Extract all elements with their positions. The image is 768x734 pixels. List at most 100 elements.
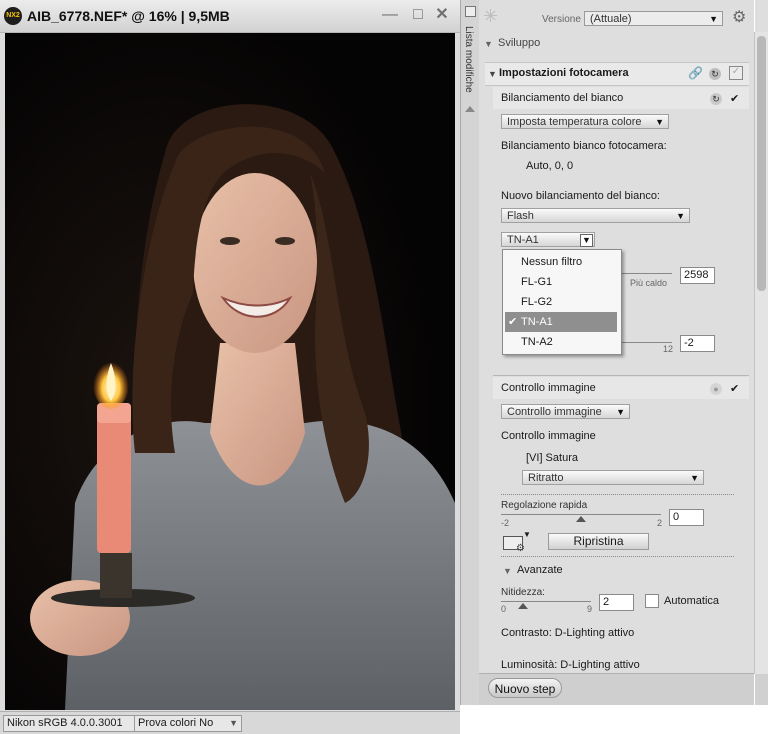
chevron-down-icon: ▼: [580, 234, 593, 247]
edit-list-side-tab[interactable]: Lista modifiche: [460, 0, 480, 705]
panel-toggle-icon[interactable]: [465, 6, 476, 17]
tint-input[interactable]: -2: [680, 335, 715, 352]
reset-icon[interactable]: ●: [710, 383, 722, 395]
quick-adjust-input[interactable]: 0: [669, 509, 704, 526]
quick-max-label: 2: [657, 518, 663, 528]
reset-icon[interactable]: ↻: [710, 93, 722, 105]
picture-control-label: Controllo immagine: [501, 430, 596, 442]
collapse-triangle-icon[interactable]: ▼: [488, 69, 497, 79]
gear-icon: ⚙: [516, 543, 525, 554]
picture-preset-dropdown[interactable]: Ritratto ▼: [522, 470, 704, 485]
menu-item-tn-a2[interactable]: TN-A2: [505, 332, 617, 352]
auto-label: Automatica: [664, 595, 720, 607]
soft-proof-dropdown[interactable]: Prova colori No ▼: [134, 715, 242, 732]
filter-dropdown-menu: Nessun filtro FL-G1 FL-G2 ✔ TN-A1 TN-A2: [502, 249, 622, 355]
image-window-titlebar[interactable]: NX2 AIB_6778.NEF* @ 16% | 9,5MB — □ ✕: [0, 0, 460, 33]
reset-button[interactable]: Ripristina: [548, 533, 649, 550]
temperature-slider-track[interactable]: [619, 273, 672, 274]
sharpness-input[interactable]: 2: [599, 594, 634, 611]
current-picture-control: [VI] Satura: [526, 452, 578, 464]
chevron-down-icon: ▼: [655, 117, 664, 127]
picture-control-dropdown-value: Controllo immagine: [507, 406, 602, 418]
scrollbar-top-filler: [755, 0, 768, 32]
quick-adjust-slider-knob[interactable]: [576, 516, 586, 522]
minimize-icon[interactable]: —: [380, 5, 400, 25]
chevron-down-icon[interactable]: ▼: [523, 530, 531, 539]
new-wb-dropdown[interactable]: Flash ▼: [501, 208, 690, 223]
sharpness-label: Nitidezza:: [501, 587, 545, 598]
menu-item-tn-a1[interactable]: ✔ TN-A1: [505, 312, 617, 332]
enable-check-icon[interactable]: ✔: [730, 92, 739, 105]
version-dropdown[interactable]: (Attuale) ▼: [584, 11, 723, 26]
quick-min-label: -2: [501, 518, 510, 528]
image-status-bar: Nikon sRGB 4.0.0.3001 Prova colori No ▼: [0, 711, 460, 734]
tint-max-label: 12: [663, 344, 674, 354]
gear-icon[interactable]: ⚙: [732, 7, 746, 27]
sharpness-slider-knob[interactable]: [518, 603, 528, 609]
collapse-triangle-icon[interactable]: ▼: [503, 566, 512, 576]
white-balance-title: Bilanciamento del bianco: [501, 92, 624, 104]
menu-item-fl-g1[interactable]: FL-G1: [505, 272, 617, 292]
sparkle-icon: ✳: [483, 6, 499, 26]
camera-wb-label: Bilanciamento bianco fotocamera:: [501, 140, 667, 152]
wb-mode-value: Imposta temperatura colore: [507, 116, 642, 128]
advanced-title: Avanzate: [517, 564, 563, 576]
menu-item-label: TN-A1: [521, 316, 553, 328]
menu-item-nessun-filtro[interactable]: Nessun filtro: [505, 252, 617, 272]
scrollbar-bottom-filler: [755, 674, 768, 705]
menu-item-fl-g2[interactable]: FL-G2: [505, 292, 617, 312]
nx2-app-icon: NX2: [4, 7, 22, 25]
panel-scrollbar[interactable]: [754, 32, 768, 674]
camera-settings-title: Impostazioni fotocamera: [499, 67, 629, 79]
camera-wb-value: Auto, 0, 0: [526, 160, 574, 172]
wb-mode-dropdown[interactable]: Imposta temperatura colore ▼: [501, 114, 669, 129]
tint-slider-track[interactable]: [619, 342, 672, 343]
sharp-max-label: 9: [587, 604, 593, 614]
filter-dropdown[interactable]: TN-A1 ▼: [501, 232, 595, 247]
soft-proof-label: Prova colori No: [138, 717, 214, 729]
collapse-arrow-icon[interactable]: [465, 106, 475, 112]
warmer-label: Più caldo: [630, 278, 668, 288]
version-label: Versione: [542, 14, 581, 25]
dotted-divider: [501, 494, 734, 495]
new-step-button[interactable]: Nuovo step: [488, 678, 562, 698]
color-profile-label: Nikon sRGB 4.0.0.3001: [3, 715, 137, 732]
new-wb-label: Nuovo bilanciamento del bianco:: [501, 190, 660, 202]
window-title: AIB_6778.NEF* @ 16% | 9,5MB: [27, 8, 230, 24]
contrast-text: Contrasto: D-Lighting attivo: [501, 627, 635, 639]
close-icon[interactable]: ✕: [432, 5, 452, 25]
edit-list-tab-label: Lista modifiche: [463, 26, 474, 93]
chevron-down-icon: ▼: [616, 407, 625, 417]
temperature-input[interactable]: 2598: [680, 267, 715, 284]
photo-canvas[interactable]: [5, 33, 455, 710]
brightness-text: Luminosità: D-Lighting attivo: [501, 659, 640, 671]
section-enable-checkbox[interactable]: ✓: [729, 66, 743, 80]
chevron-down-icon: ▼: [229, 718, 238, 728]
maximize-icon[interactable]: □: [408, 5, 428, 25]
reset-icon[interactable]: ↻: [709, 68, 721, 80]
filter-value: TN-A1: [507, 234, 539, 246]
checkmark-icon: ✔: [508, 316, 518, 328]
auto-sharpness-checkbox[interactable]: [645, 594, 659, 608]
image-window: NX2 AIB_6778.NEF* @ 16% | 9,5MB — □ ✕ Ni…: [0, 0, 460, 734]
picture-preset-value: Ritratto: [528, 472, 564, 484]
picture-control-dropdown[interactable]: Controllo immagine ▼: [501, 404, 630, 419]
sharp-min-label: 0: [501, 604, 507, 614]
chevron-down-icon: ▼: [676, 211, 685, 221]
sharpness-slider-track[interactable]: [501, 601, 591, 602]
scrollbar-thumb[interactable]: [757, 36, 766, 291]
link-icon[interactable]: 🔗: [688, 66, 703, 80]
chevron-down-icon: ▼: [690, 473, 699, 483]
portrait-photo: [5, 33, 455, 710]
window-background: [460, 705, 768, 733]
enable-check-icon[interactable]: ✔: [730, 382, 739, 395]
dotted-divider: [501, 556, 734, 557]
picture-control-title: Controllo immagine: [501, 382, 596, 394]
quick-adjust-label: Regolazione rapida: [501, 500, 588, 511]
version-value: (Attuale): [590, 13, 632, 25]
divider: [493, 375, 749, 376]
new-wb-value: Flash: [507, 210, 534, 222]
quick-adjust-slider-track[interactable]: [501, 514, 661, 515]
collapse-triangle-icon[interactable]: ▼: [484, 39, 493, 49]
chevron-down-icon: ▼: [709, 14, 718, 24]
